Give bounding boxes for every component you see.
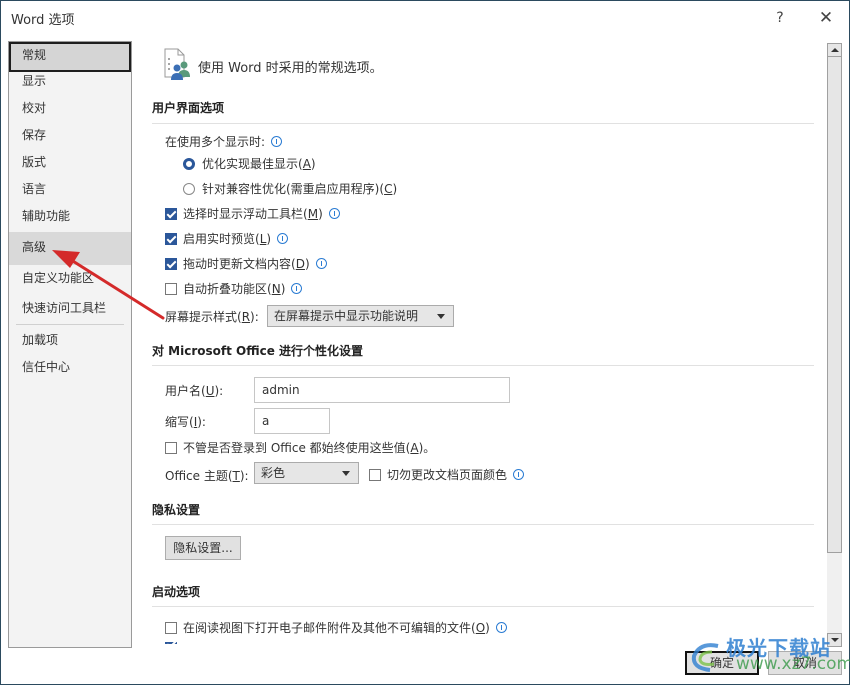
sidebar-item-quick-access-toolbar[interactable]: 快速访问工具栏	[9, 295, 131, 325]
sidebar-item-trust-center[interactable]: 信任中心	[9, 354, 131, 384]
checkbox[interactable]	[165, 282, 177, 295]
checkbox[interactable]	[369, 468, 381, 481]
word-options-dialog: Word 选项 ? ✕ 常规 显示 校对 保存 版式 语言 辅助功能 高级 自定…	[0, 0, 850, 685]
chevron-down-icon	[342, 471, 350, 476]
sidebar-item-customize-ribbon[interactable]: 自定义功能区	[9, 265, 131, 295]
radio-label: 优化实现最佳显示(A)	[202, 157, 316, 171]
checkbox-label: 在阅读视图下打开电子邮件附件及其他不可编辑的文件(O)	[183, 621, 490, 635]
general-options-icon	[164, 48, 190, 80]
checkbox-always-use-values[interactable]: 不管是否登录到 Office 都始终使用这些值(A)。	[165, 439, 435, 456]
privacy-settings-button[interactable]: 隐私设置...	[165, 536, 241, 560]
checkbox[interactable]	[165, 207, 177, 220]
info-icon[interactable]	[271, 136, 283, 147]
info-icon[interactable]	[513, 469, 525, 480]
checkbox-open-attachments-reading-view[interactable]: 在阅读视图下打开电子邮件附件及其他不可编辑的文件(O)	[165, 619, 507, 636]
content-scrollbar[interactable]	[827, 43, 842, 647]
dropdown-value: 在屏幕提示中显示功能说明	[274, 309, 419, 323]
sidebar-item-layout[interactable]: 版式	[9, 149, 131, 179]
username-input[interactable]: admin	[254, 377, 510, 403]
checkbox[interactable]	[165, 642, 177, 644]
checkbox-label: 切勿更改文档页面颜色	[387, 468, 508, 482]
initials-label: 缩写(I):	[165, 415, 206, 429]
ok-button[interactable]: 确定	[685, 651, 759, 675]
multi-display-label: 在使用多个显示时:	[165, 135, 266, 149]
options-content: 使用 Word 时采用的常规选项。 用户界面选项 在使用多个显示时: 优化实现最…	[134, 39, 824, 644]
username-label: 用户名(U):	[165, 384, 224, 398]
scroll-thumb[interactable]	[827, 56, 842, 553]
info-icon[interactable]	[315, 258, 327, 269]
section-divider	[152, 123, 814, 124]
checkbox-live-preview[interactable]: 启用实时预览(L)	[165, 230, 289, 247]
screentip-label: 屏幕提示样式(R):	[165, 310, 259, 324]
window-title: Word 选项	[11, 13, 75, 28]
sidebar-item-advanced[interactable]: 高级	[9, 232, 131, 265]
sidebar-item-save[interactable]: 保存	[9, 122, 131, 152]
dropdown-value: 彩色	[261, 466, 286, 480]
section-title-privacy: 隐私设置	[152, 503, 201, 517]
close-button[interactable]: ✕	[815, 7, 837, 29]
section-title-startup: 启动选项	[152, 585, 201, 599]
sidebar-nav: 常规 显示 校对 保存 版式 语言 辅助功能 高级 自定义功能区 快速访问工具栏…	[8, 41, 132, 648]
radio-label: 针对兼容性优化(需重启应用程序)(C)	[202, 182, 398, 196]
multi-display-label-row: 在使用多个显示时:	[165, 133, 283, 150]
checkbox[interactable]	[165, 621, 177, 634]
section-divider	[152, 365, 814, 366]
info-icon[interactable]	[277, 233, 289, 244]
checkbox-update-while-dragging[interactable]: 拖动时更新文档内容(D)	[165, 255, 327, 272]
sidebar-item-display[interactable]: 显示	[9, 68, 131, 98]
scroll-down-button[interactable]	[827, 633, 842, 647]
checkbox-partially-visible[interactable]	[165, 642, 183, 644]
checkbox-no-change-page-color[interactable]: 切勿更改文档页面颜色	[369, 466, 525, 483]
info-icon[interactable]	[328, 208, 340, 219]
checkbox-label: 选择时显示浮动工具栏(M)	[183, 207, 323, 221]
sidebar-separator	[16, 324, 124, 325]
sidebar-item-language[interactable]: 语言	[9, 176, 131, 206]
section-divider	[152, 524, 814, 525]
checkbox[interactable]	[165, 441, 177, 454]
radio-button[interactable]	[183, 182, 195, 195]
screentip-style-dropdown[interactable]: 在屏幕提示中显示功能说明	[267, 305, 454, 327]
radio-optimize-compatibility[interactable]: 针对兼容性优化(需重启应用程序)(C)	[183, 180, 397, 197]
title-bar: Word 选项 ? ✕	[1, 1, 849, 33]
radio-button[interactable]	[183, 157, 195, 170]
sidebar-item-addins[interactable]: 加载项	[9, 327, 131, 357]
sidebar-item-proofing[interactable]: 校对	[9, 95, 131, 125]
chevron-down-icon	[437, 314, 445, 319]
office-theme-dropdown[interactable]: 彩色	[254, 462, 359, 484]
checkbox[interactable]	[165, 257, 177, 270]
section-divider	[152, 606, 814, 607]
checkbox-label: 启用实时预览(L)	[183, 232, 272, 246]
checkbox-label: 不管是否登录到 Office 都始终使用这些值(A)。	[183, 441, 436, 455]
cancel-button[interactable]: 取消	[768, 651, 842, 675]
radio-optimize-best-display[interactable]: 优化实现最佳显示(A)	[183, 155, 316, 172]
checkbox[interactable]	[165, 232, 177, 245]
sidebar-item-accessibility[interactable]: 辅助功能	[9, 203, 131, 233]
initials-input[interactable]: a	[254, 408, 330, 434]
help-button[interactable]: ?	[769, 7, 791, 29]
checkbox-mini-toolbar[interactable]: 选择时显示浮动工具栏(M)	[165, 205, 340, 222]
checkbox-collapse-ribbon[interactable]: 自动折叠功能区(N)	[165, 280, 303, 297]
section-title-ui-options: 用户界面选项	[152, 101, 225, 115]
section-title-personalize: 对 Microsoft Office 进行个性化设置	[152, 344, 364, 358]
checkbox-label: 自动折叠功能区(N)	[183, 282, 286, 296]
info-icon[interactable]	[291, 283, 303, 294]
header-description: 使用 Word 时采用的常规选项。	[198, 61, 383, 76]
scroll-up-button[interactable]	[827, 43, 842, 57]
office-theme-label: Office 主题(T):	[165, 469, 249, 483]
checkbox-label: 拖动时更新文档内容(D)	[183, 257, 310, 271]
info-icon[interactable]	[495, 622, 507, 633]
